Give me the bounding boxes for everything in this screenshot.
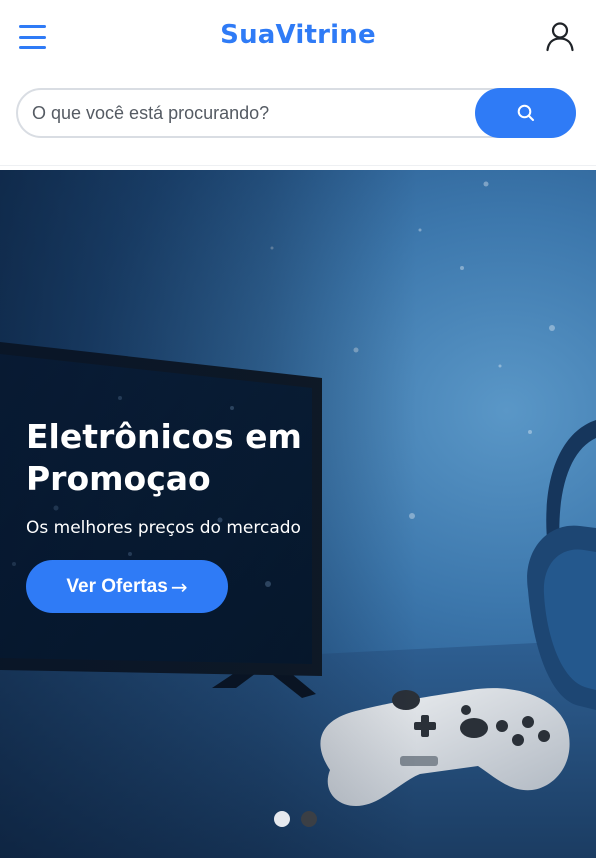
top-header: SuaVitrine (0, 0, 596, 166)
menu-bar (19, 46, 46, 49)
menu-bar (19, 35, 46, 39)
hamburger-menu-icon[interactable] (16, 22, 50, 52)
see-offers-label: Ver Ofertas (66, 575, 168, 597)
carousel-dot-2[interactable] (301, 811, 317, 827)
search-icon (517, 104, 534, 121)
carousel-dots (274, 811, 317, 827)
arrow-right-icon: → (170, 574, 188, 599)
see-offers-button[interactable]: Ver Ofertas → (26, 560, 228, 613)
user-icon[interactable] (544, 20, 576, 52)
search-input[interactable] (32, 90, 472, 136)
carousel-dot-1[interactable] (274, 811, 290, 827)
promo-banner[interactable]: Eletrônicos em Promoçao Os melhores preç… (0, 170, 596, 858)
banner-overlay (0, 170, 596, 858)
search-button[interactable] (475, 88, 576, 138)
search-bar (16, 88, 576, 138)
menu-bar (19, 25, 46, 28)
brand-logo[interactable]: SuaVitrine (0, 20, 596, 50)
page: SuaVitrine O que você está procurando? E… (0, 0, 596, 858)
banner-title: Eletrônicos em Promoçao (26, 417, 302, 498)
banner-subtitle: Os melhores preços do mercado (26, 518, 301, 538)
